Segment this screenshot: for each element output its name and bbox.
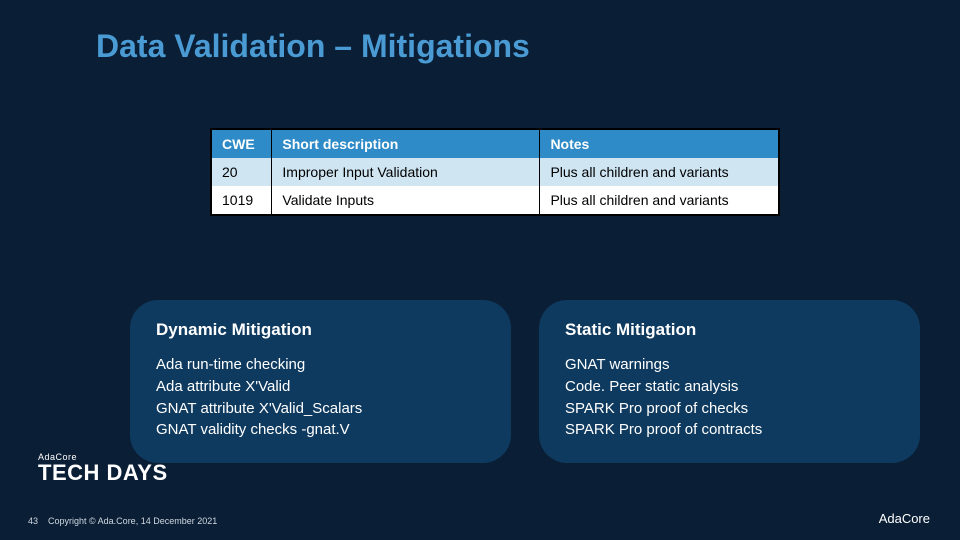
static-mitigation-card: Static Mitigation GNAT warnings Code. Pe… [539, 300, 920, 463]
slide-title: Data Validation – Mitigations [96, 28, 530, 65]
table-row: 1019 Validate Inputs Plus all children a… [212, 186, 778, 214]
card-line: GNAT attribute X'Valid_Scalars [156, 398, 485, 420]
cell-cwe: 20 [212, 158, 272, 186]
card-title-static: Static Mitigation [565, 320, 894, 340]
cell-cwe: 1019 [212, 186, 272, 214]
cell-desc: Validate Inputs [272, 186, 540, 214]
mitigation-cards: Dynamic Mitigation Ada run-time checking… [130, 300, 920, 463]
card-line: GNAT warnings [565, 354, 894, 376]
adacore-logo: AdaCore [879, 511, 930, 526]
page-number: 43 [28, 516, 38, 526]
card-line: Code. Peer static analysis [565, 376, 894, 398]
card-line: Ada run-time checking [156, 354, 485, 376]
table-row: 20 Improper Input Validation Plus all ch… [212, 158, 778, 186]
footer: 43 Copyright © Ada.Core, 14 December 202… [28, 516, 217, 526]
techdays-logo: AdaCore TECH DAYS [38, 453, 168, 484]
brand-big1: TECH [38, 460, 100, 485]
cwe-table: CWE Short description Notes 20 Improper … [210, 128, 780, 216]
col-header-desc: Short description [272, 130, 540, 158]
card-line: GNAT validity checks -gnat.V [156, 419, 485, 441]
card-line: SPARK Pro proof of contracts [565, 419, 894, 441]
cell-notes: Plus all children and variants [540, 186, 778, 214]
card-line: SPARK Pro proof of checks [565, 398, 894, 420]
col-header-cwe: CWE [212, 130, 272, 158]
cell-notes: Plus all children and variants [540, 158, 778, 186]
card-line: Ada attribute X'Valid [156, 376, 485, 398]
copyright-text: Copyright © Ada.Core, 14 December 2021 [48, 516, 217, 526]
dynamic-mitigation-card: Dynamic Mitigation Ada run-time checking… [130, 300, 511, 463]
cell-desc: Improper Input Validation [272, 158, 540, 186]
card-title-dynamic: Dynamic Mitigation [156, 320, 485, 340]
brand-big2: DAYS [107, 460, 168, 485]
col-header-notes: Notes [540, 130, 778, 158]
table-header-row: CWE Short description Notes [212, 130, 778, 158]
brand-right: AdaCore [879, 511, 930, 526]
